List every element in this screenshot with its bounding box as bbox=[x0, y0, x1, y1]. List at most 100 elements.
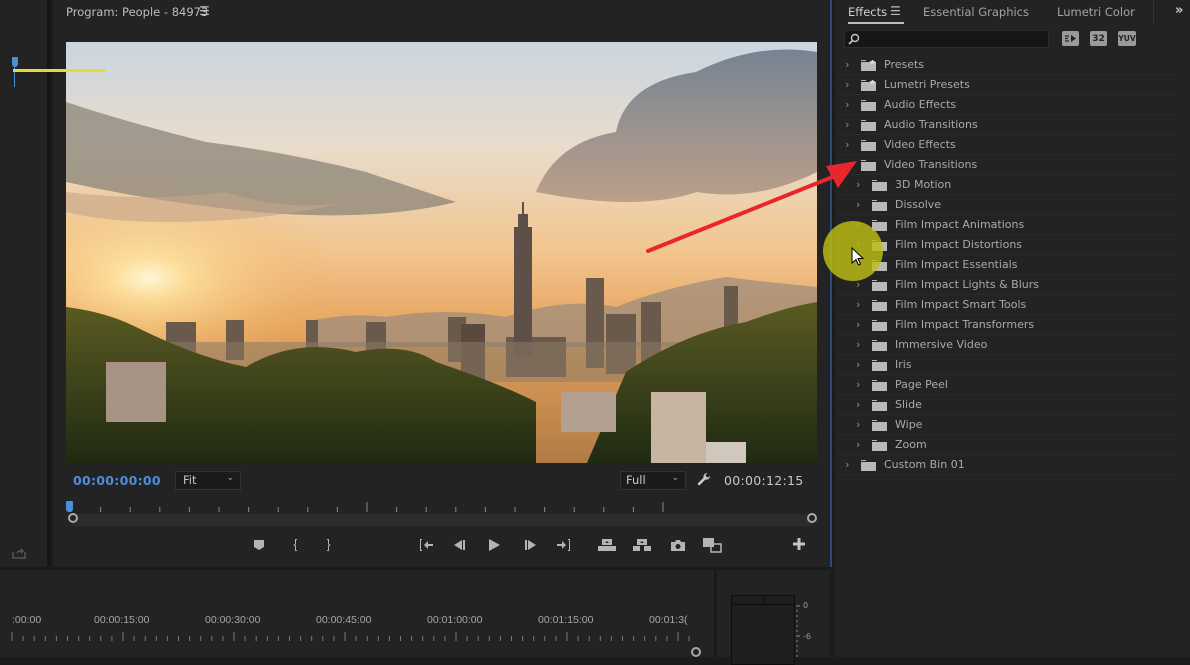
tree-item[interactable]: › Page Peel bbox=[835, 375, 1175, 395]
tree-item[interactable]: › Audio Effects bbox=[835, 95, 1175, 115]
mark-in-button[interactable] bbox=[285, 535, 307, 555]
tree-item[interactable]: › Film Impact Smart Tools bbox=[835, 295, 1175, 315]
marker-icon bbox=[254, 540, 264, 550]
accelerated-effects-icon bbox=[1065, 35, 1076, 42]
mark-out-button[interactable] bbox=[317, 535, 339, 555]
step-back-button[interactable] bbox=[449, 535, 471, 555]
tab-lumetri-color[interactable]: Lumetri Color bbox=[1057, 5, 1135, 19]
32-bit-filter-button[interactable]: 32 bbox=[1090, 31, 1107, 46]
wrench-icon[interactable] bbox=[697, 472, 712, 487]
mouse-cursor-icon bbox=[851, 247, 865, 266]
timeline-playhead[interactable] bbox=[12, 57, 18, 67]
hamburger-menu-icon[interactable]: ☰ bbox=[199, 4, 210, 18]
chevron-right-icon[interactable]: › bbox=[856, 358, 860, 371]
folder-icon bbox=[872, 320, 887, 331]
export-icon[interactable] bbox=[12, 547, 26, 559]
tree-item-label: Video Effects bbox=[884, 138, 956, 151]
chevron-right-icon[interactable]: › bbox=[845, 118, 849, 131]
playback-resolution-select[interactable]: Full ⌄ bbox=[620, 471, 686, 490]
go-to-in-icon bbox=[420, 539, 433, 551]
export-frame-button[interactable] bbox=[667, 535, 689, 555]
chevron-right-icon[interactable]: › bbox=[856, 318, 860, 331]
tree-item[interactable]: › Dissolve bbox=[835, 195, 1175, 215]
step-forward-button[interactable] bbox=[519, 535, 541, 555]
tree-item[interactable]: › Slide bbox=[835, 395, 1175, 415]
play-button[interactable] bbox=[483, 535, 505, 555]
tree-item[interactable]: › Film Impact Lights & Blurs bbox=[835, 275, 1175, 295]
folder-icon bbox=[861, 160, 876, 171]
chevron-right-icon[interactable]: › bbox=[856, 438, 860, 451]
camera-icon bbox=[671, 539, 685, 551]
add-marker-button[interactable] bbox=[248, 535, 270, 555]
tree-item-label: Film Impact Animations bbox=[895, 218, 1025, 231]
tree-item[interactable]: › Lumetri Presets bbox=[835, 75, 1175, 95]
timeline-zoom-handle[interactable] bbox=[691, 647, 701, 657]
tree-item-label: Audio Effects bbox=[884, 98, 957, 111]
overflow-chevrons-icon[interactable]: » bbox=[1175, 3, 1183, 18]
folder-icon bbox=[872, 400, 887, 411]
chevron-right-icon[interactable]: › bbox=[845, 458, 849, 471]
go-to-out-button[interactable] bbox=[553, 535, 575, 555]
active-tab-indicator bbox=[848, 22, 904, 24]
tree-item-label: Custom Bin 01 bbox=[884, 458, 965, 471]
tree-item[interactable]: › Custom Bin 01 bbox=[835, 455, 1175, 475]
tree-item-label: Wipe bbox=[895, 418, 923, 431]
tree-item[interactable]: › Video Effects bbox=[835, 135, 1175, 155]
tree-item[interactable]: › Iris bbox=[835, 355, 1175, 375]
tree-item[interactable]: Video Transitions bbox=[835, 155, 1175, 175]
timeline-ruler[interactable]: :00:00 00:00:15:00 00:00:30:00 00:00:45:00 0… bbox=[0, 610, 714, 657]
current-timecode[interactable]: 00:00:00:00 bbox=[73, 473, 161, 488]
video-preview[interactable] bbox=[66, 42, 817, 463]
ruler-timecode-label: 00:01:00:00 bbox=[427, 614, 483, 626]
chevron-right-icon[interactable]: › bbox=[845, 138, 849, 151]
chevron-right-icon[interactable]: › bbox=[856, 398, 860, 411]
comparison-view-button[interactable] bbox=[701, 535, 723, 555]
chevron-right-icon[interactable]: › bbox=[856, 378, 860, 391]
tab-effects[interactable]: Effects bbox=[848, 5, 887, 19]
playhead[interactable] bbox=[66, 501, 73, 512]
tree-item-label: Film Impact Distortions bbox=[895, 238, 1023, 251]
tree-item[interactable]: › Immersive Video bbox=[835, 335, 1175, 355]
folder-icon bbox=[872, 300, 887, 311]
yuv-filter-button[interactable]: YUV bbox=[1118, 31, 1136, 46]
chevron-right-icon[interactable]: › bbox=[856, 338, 860, 351]
folder-icon bbox=[872, 380, 887, 391]
tree-item[interactable]: ›Film Impact Distortions bbox=[835, 235, 1175, 255]
go-to-in-button[interactable] bbox=[415, 535, 437, 555]
hamburger-menu-icon[interactable]: ☰ bbox=[890, 4, 901, 18]
panel-focus-border bbox=[830, 0, 832, 567]
chevron-right-icon[interactable]: › bbox=[845, 98, 849, 111]
chevron-right-icon[interactable]: › bbox=[856, 198, 860, 211]
lift-button[interactable] bbox=[596, 535, 618, 555]
tab-divider bbox=[1153, 0, 1154, 24]
tree-item[interactable]: › Audio Transitions bbox=[835, 115, 1175, 135]
chevron-right-icon[interactable]: › bbox=[856, 298, 860, 311]
tree-item[interactable]: › Presets bbox=[835, 55, 1175, 75]
zoom-handle-right[interactable] bbox=[807, 513, 817, 523]
panel-title: Program: People - 84973 bbox=[66, 5, 209, 19]
plus-icon[interactable] bbox=[792, 537, 806, 551]
chevron-right-icon[interactable]: › bbox=[856, 178, 860, 191]
monitor-time-ruler[interactable] bbox=[66, 498, 818, 514]
tree-item[interactable]: › 3D Motion bbox=[835, 175, 1175, 195]
extract-button[interactable] bbox=[631, 535, 653, 555]
tree-item[interactable]: ›Film Impact Essentials bbox=[835, 255, 1175, 275]
tree-item[interactable]: › Zoom bbox=[835, 435, 1175, 455]
mark-in-icon bbox=[293, 539, 297, 551]
extract-icon bbox=[633, 539, 651, 551]
tab-essential-graphics[interactable]: Essential Graphics bbox=[923, 5, 1029, 19]
zoom-handle-left[interactable] bbox=[68, 513, 78, 523]
chevron-right-icon[interactable]: › bbox=[845, 58, 849, 71]
chevron-right-icon[interactable]: › bbox=[845, 78, 849, 91]
work-area-bar[interactable] bbox=[13, 69, 105, 72]
tree-item[interactable]: › Wipe bbox=[835, 415, 1175, 435]
effects-search-input[interactable] bbox=[844, 30, 1049, 48]
zoom-scrollbar[interactable] bbox=[68, 513, 817, 526]
preset-folder-icon bbox=[861, 60, 876, 71]
zoom-level-select[interactable]: Fit ⌄ bbox=[175, 471, 241, 490]
program-monitor-panel: Program: People - 84973 ☰ 00:00:00:00 Fi… bbox=[53, 0, 830, 567]
tree-item[interactable]: › Film Impact Transformers bbox=[835, 315, 1175, 335]
chevron-right-icon[interactable]: › bbox=[856, 418, 860, 431]
tree-item[interactable]: ›Film Impact Animations bbox=[835, 215, 1175, 235]
accelerated-effects-filter-button[interactable] bbox=[1062, 31, 1079, 46]
